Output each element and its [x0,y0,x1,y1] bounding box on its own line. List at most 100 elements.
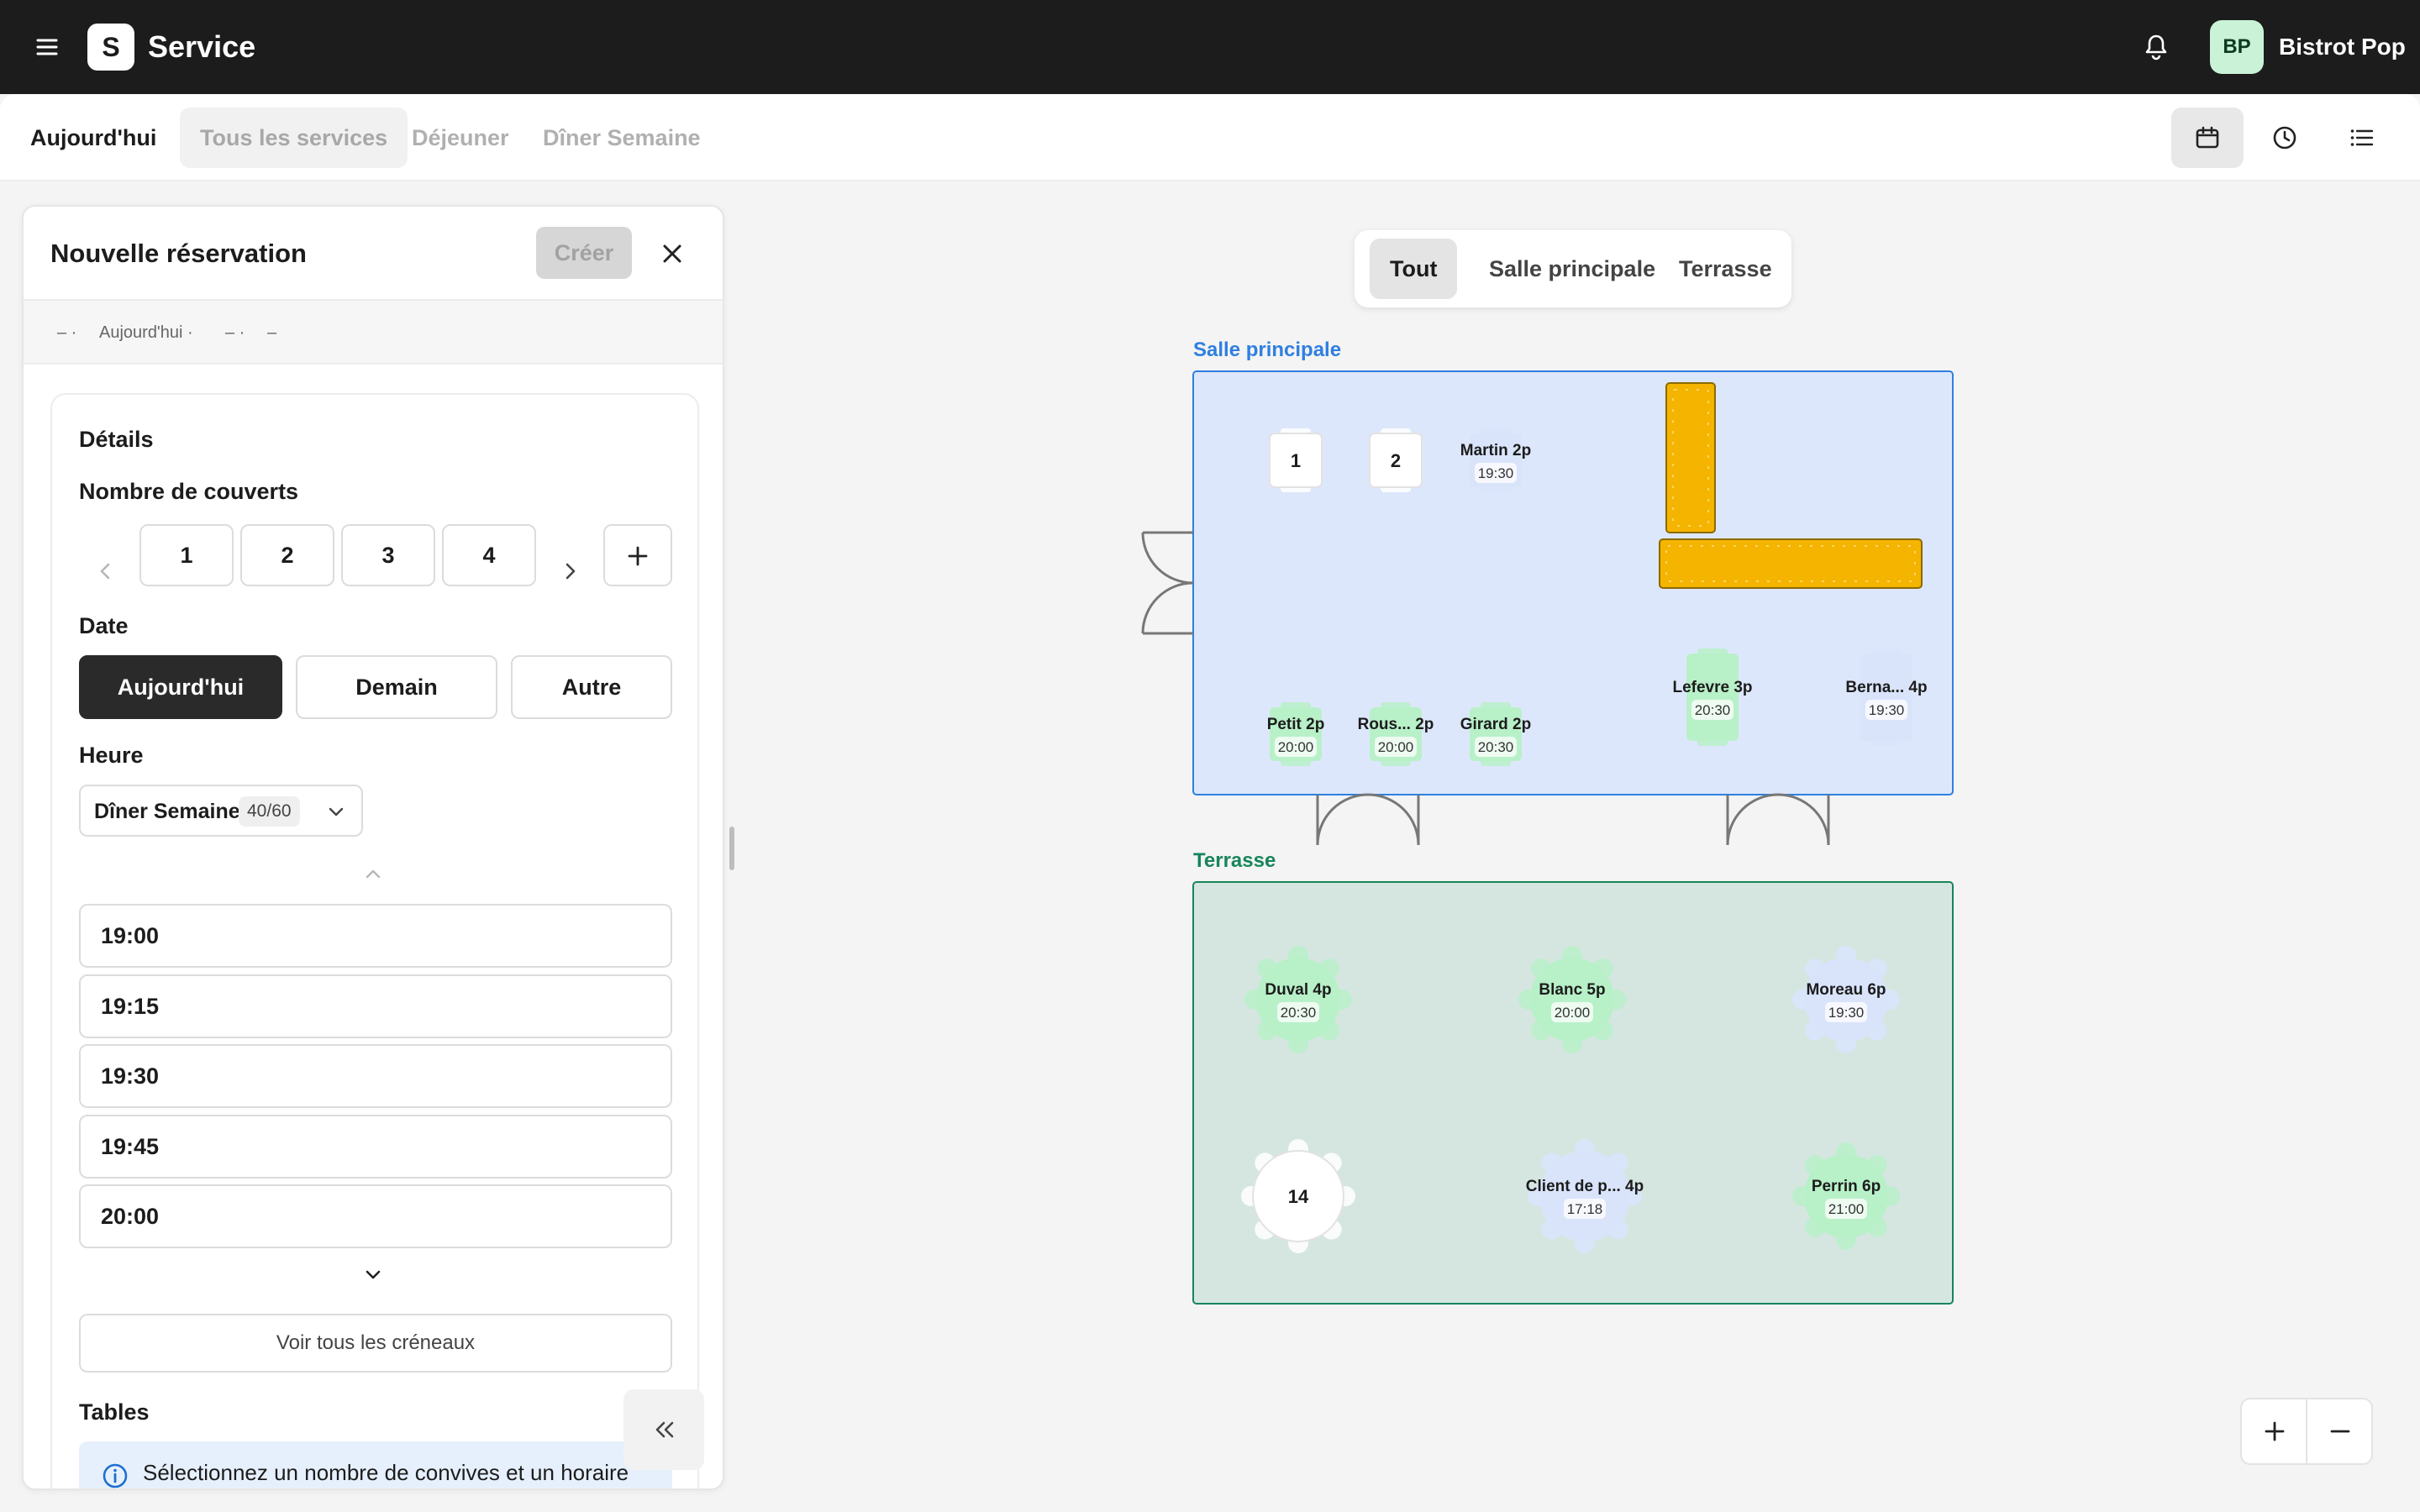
table-label: Blanc 5p [1539,981,1605,999]
app-title: Service [148,29,256,64]
covers-label: Nombre de couverts [79,479,299,504]
restaurant-name[interactable]: Bistrot Pop [2279,32,2406,62]
list-view-button[interactable] [2326,108,2398,168]
top-bar [0,0,2420,94]
table[interactable]: Perrin 6p 21:00 [1792,1142,1900,1250]
table-shape [1804,1154,1888,1238]
new-reservation-panel: Nouvelle réservation Créer – · Aujourd'h… [22,205,724,1490]
covers-option-3[interactable]: 3 [341,524,435,586]
table-label: Berna... 4p [1845,679,1927,696]
zone-label-main-room: Salle principale [1193,339,1341,361]
table-label: Petit 2p [1267,716,1325,733]
tables-label: Tables [79,1399,150,1425]
time-label: Heure [79,743,144,768]
table-label: Girard 2p [1460,716,1531,733]
today-label[interactable]: Aujourd'hui [10,108,176,168]
time-slot[interactable]: 19:30 [79,1044,672,1108]
table-label: 2 [1391,450,1401,471]
floor-plan: Salle principale Terrasse 1 2 Martin 2p 19:… [1141,339,1954,1305]
calendar-view-button[interactable] [2171,108,2244,168]
date-option-tomorrow[interactable]: Demain [296,655,497,719]
zoom-in-button[interactable] [2242,1399,2307,1463]
table-label: Client de p... 4p [1526,1178,1644,1195]
minus-icon [2330,1430,2350,1433]
zone-filter: Tout Salle principale Terrasse [1355,230,1791,307]
create-button[interactable]: Créer [536,227,632,279]
covers-option-1[interactable]: 1 [139,524,234,586]
time-slot[interactable]: 19:00 [79,904,672,968]
table[interactable]: 14 [1241,1139,1355,1253]
door-bottom-left [1316,793,1420,846]
table[interactable]: 2 [1369,428,1423,492]
filter-terrace[interactable]: Terrasse [1659,239,1792,299]
table-time: 19:30 [1478,465,1514,481]
timeline-view-button[interactable] [2249,108,2321,168]
summary-table: – [267,323,277,342]
close-icon[interactable] [655,237,689,270]
table-time: 20:00 [1278,739,1314,755]
tab-lunch[interactable]: Déjeuner [392,108,529,168]
filter-all[interactable]: Tout [1370,239,1458,299]
tab-dinner-week[interactable]: Dîner Semaine [523,108,721,168]
zone-label-terrace: Terrasse [1193,849,1276,872]
door-left [1141,531,1194,635]
date-option-today[interactable]: Aujourd'hui [79,655,282,719]
table[interactable]: Girard 2p 20:30 [1460,702,1531,766]
table-label: Martin 2p [1460,442,1531,459]
double-chevron-left-icon [655,1421,674,1438]
time-slot[interactable]: 20:00 [79,1184,672,1248]
collapse-panel-button[interactable] [623,1389,704,1470]
table-shape [1686,654,1739,741]
service-select[interactable]: Dîner Semaine 40/60 [79,785,363,837]
zoom-out-button[interactable] [2307,1399,2373,1463]
table-time: 19:30 [1869,702,1905,718]
table-shape [1804,958,1888,1042]
table-time: 20:30 [1695,702,1731,718]
table-label: Rous... 2p [1358,716,1434,733]
chevron-right-icon[interactable] [553,554,587,588]
date-option-other[interactable]: Autre [511,655,672,719]
table-time: 20:00 [1378,739,1414,755]
table[interactable]: Martin 2p 19:30 [1460,428,1531,492]
table-label: 1 [1291,450,1301,471]
table-time: 20:30 [1478,739,1514,755]
details-heading: Détails [79,427,154,452]
table-time: 19:30 [1828,1005,1865,1021]
table-time: 20:00 [1555,1005,1591,1021]
chevron-down-icon[interactable] [360,1262,387,1289]
calendar-icon [2196,126,2219,149]
table[interactable]: Moreau 6p 19:30 [1792,946,1900,1053]
chevron-left-icon[interactable] [89,554,123,588]
table-shape [1860,654,1912,741]
door-bottom-right [1726,793,1830,846]
user-avatar[interactable]: BP [2210,20,2264,74]
time-slot[interactable]: 19:45 [79,1115,672,1179]
covers-option-4[interactable]: 4 [442,524,536,586]
panel-resize-handle[interactable] [729,827,734,870]
hamburger-menu-icon[interactable] [34,34,60,60]
date-label: Date [79,613,129,638]
service-select-value: Dîner Semaine [94,800,240,823]
tab-all-services[interactable]: Tous les services [180,108,408,168]
table-label: Duval 4p [1265,981,1331,999]
filter-main-room[interactable]: Salle principale [1469,239,1676,299]
table-time: 21:00 [1828,1201,1865,1217]
covers-option-2[interactable]: 2 [240,524,334,586]
table[interactable]: Duval 4p 20:30 [1244,946,1352,1053]
table-shape [1256,958,1340,1042]
chevron-up-icon[interactable] [360,860,387,887]
table[interactable]: 1 [1269,428,1323,492]
list-icon [2350,129,2374,146]
see-all-slots-button[interactable]: Voir tous les créneaux [79,1314,672,1373]
notifications-bell-icon[interactable] [2141,32,2171,62]
summary-date: Aujourd'hui · [99,323,193,342]
clock-icon [2273,126,2296,150]
table-time: 20:30 [1281,1005,1317,1021]
time-slot[interactable]: 19:15 [79,974,672,1038]
table-time: 17:18 [1567,1201,1603,1217]
covers-more-button[interactable] [603,524,672,586]
table[interactable]: Petit 2p 20:00 [1267,702,1325,766]
info-icon [103,1463,128,1488]
table[interactable]: Blanc 5p 20:00 [1518,946,1626,1053]
tables-info-text: Sélectionnez un nombre de convives et un… [143,1460,629,1485]
